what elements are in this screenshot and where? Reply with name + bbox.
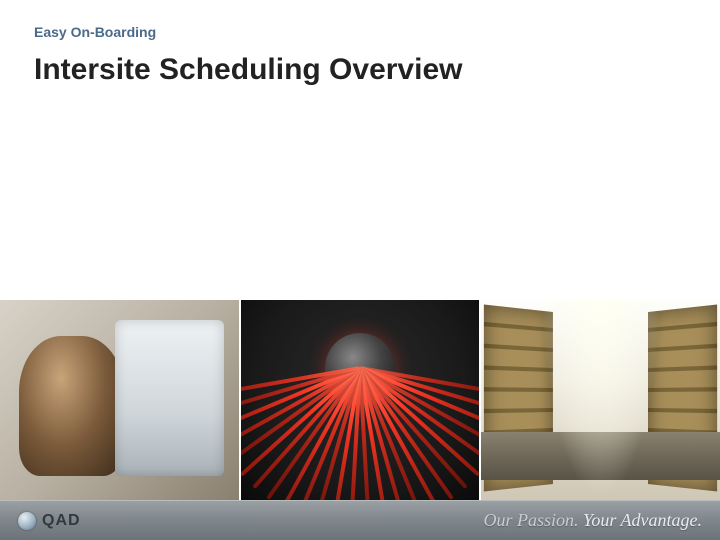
- monitor-screen-icon: [124, 340, 215, 456]
- tagline-strong: Our Passion.: [483, 510, 578, 530]
- tagline-rest: Your Advantage.: [578, 510, 702, 530]
- brand-name: QAD: [42, 512, 81, 530]
- slide: Easy On-Boarding Intersite Scheduling Ov…: [0, 0, 720, 540]
- tagline: Our Passion. Your Advantage.: [483, 510, 702, 531]
- brand: QAD: [18, 512, 81, 530]
- image-warehouse: [481, 300, 720, 500]
- page-title: Intersite Scheduling Overview: [34, 52, 686, 88]
- image-network-cables: [241, 300, 480, 500]
- footer-bar: QAD Our Passion. Your Advantage.: [0, 500, 720, 540]
- image-people-at-monitor: [0, 300, 239, 500]
- spacer: [0, 88, 720, 300]
- warehouse-light-icon: [541, 300, 661, 500]
- globe-icon: [18, 512, 36, 530]
- header: Easy On-Boarding Intersite Scheduling Ov…: [0, 0, 720, 88]
- image-row: [0, 300, 720, 500]
- kicker-text: Easy On-Boarding: [34, 24, 686, 40]
